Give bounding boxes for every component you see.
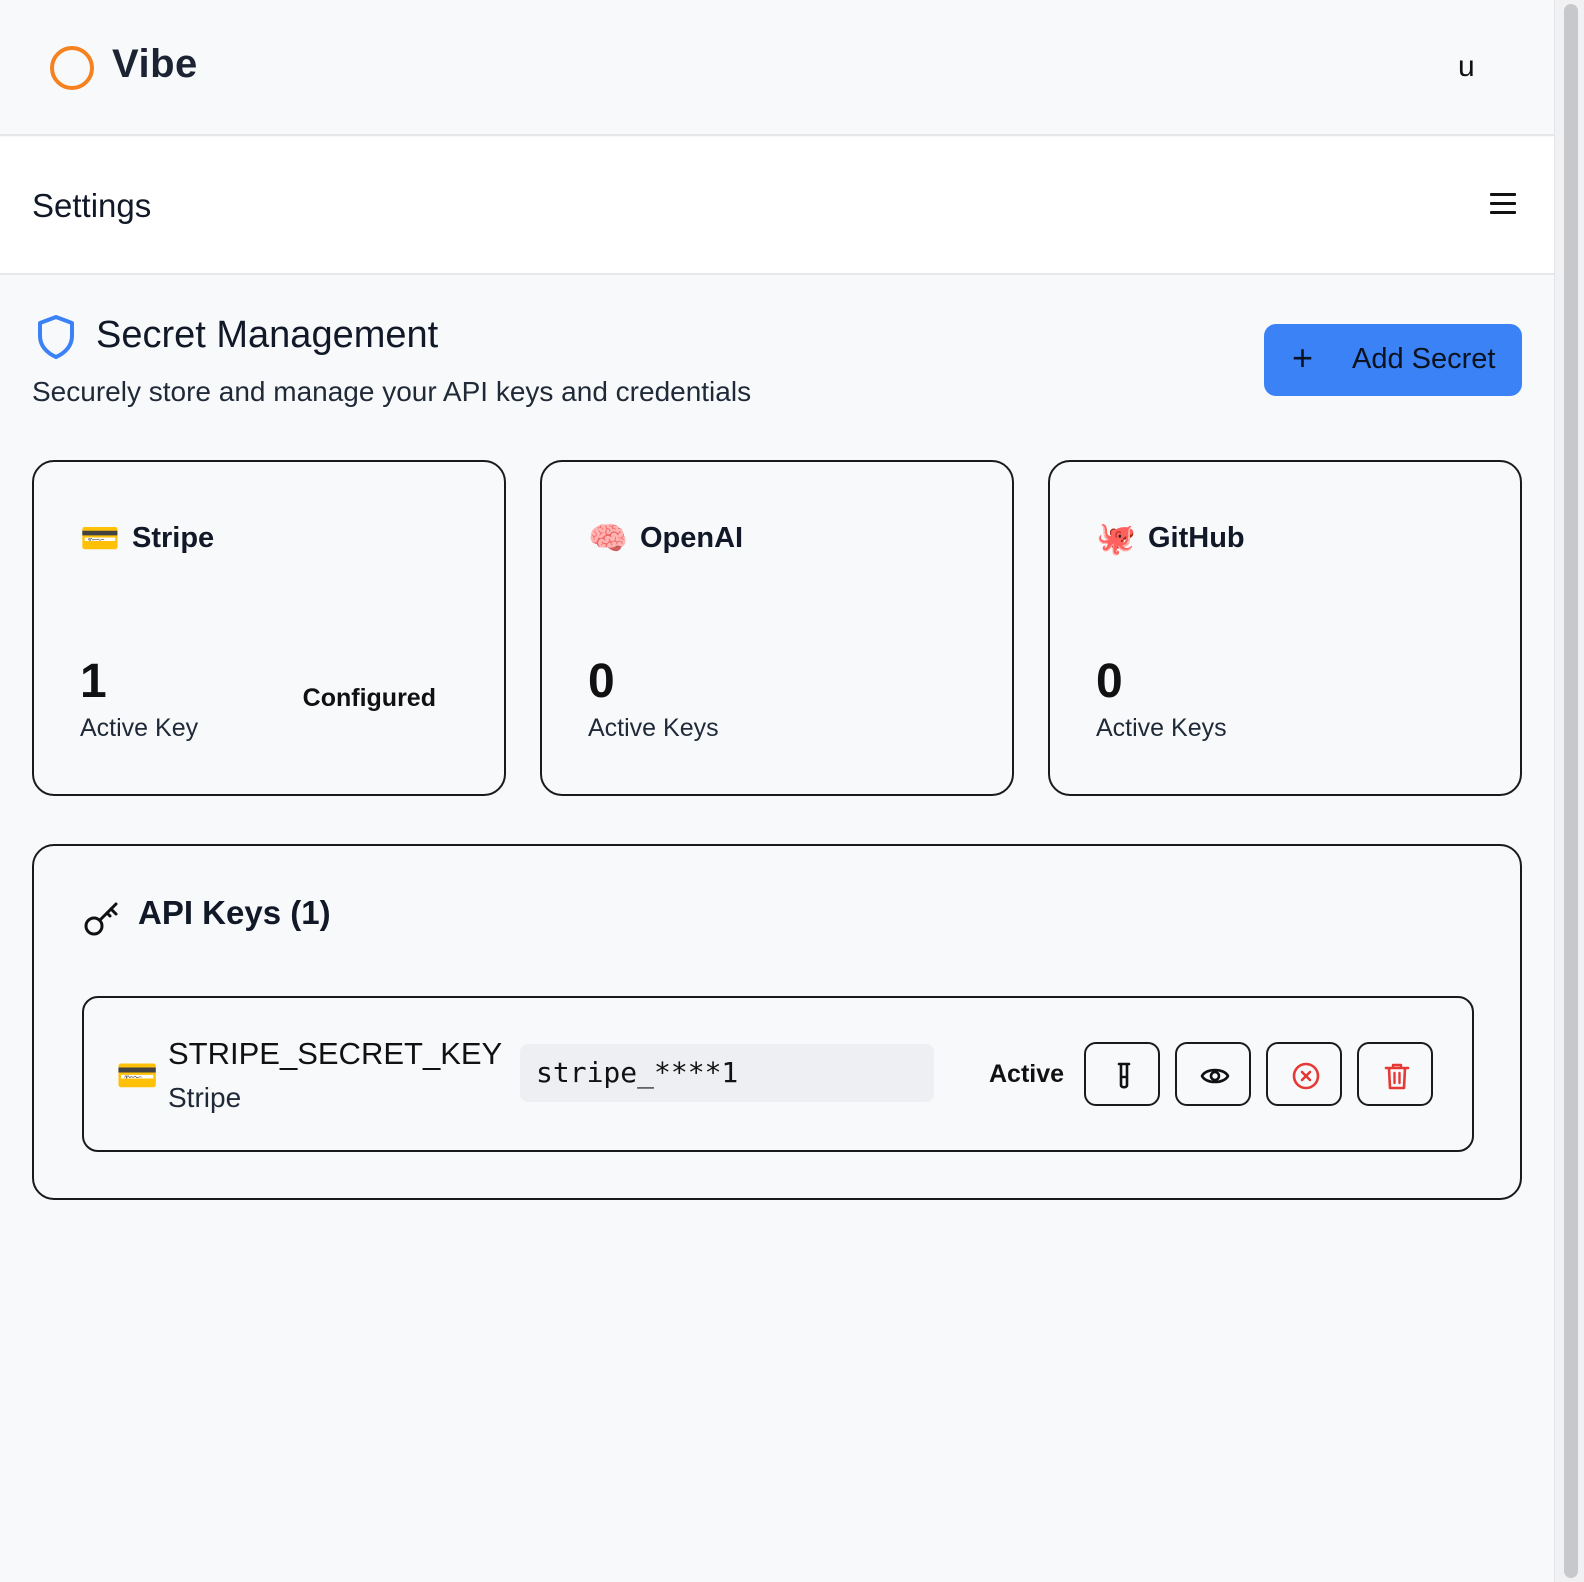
page-header: Settings [0, 137, 1554, 275]
scrollbar-thumb[interactable] [1564, 4, 1578, 1578]
logo-icon [50, 46, 94, 90]
reveal-key-button[interactable] [1175, 1042, 1251, 1106]
active-key-count: 0 [1096, 655, 1123, 708]
provider-card-github[interactable]: 🐙 GitHub 0 Active Keys [1048, 460, 1522, 796]
api-key-row: 💳 STRIPE_SECRET_KEY Stripe stripe_****1 … [82, 996, 1474, 1152]
vertical-scrollbar[interactable] [1554, 0, 1584, 1582]
provider-card-openai[interactable]: 🧠 OpenAI 0 Active Keys [540, 460, 1014, 796]
delete-key-button[interactable] [1357, 1042, 1433, 1106]
section-title: Secret Management [96, 314, 439, 356]
key-status: Active [989, 1060, 1065, 1088]
masked-key-value: stripe_****1 [520, 1044, 934, 1102]
user-menu[interactable]: u [1458, 50, 1475, 84]
provider-name: GitHub [1148, 522, 1245, 554]
section-subtitle: Securely store and manage your API keys … [32, 376, 752, 407]
app-frame: Vibe u Settings Secret Management Secure… [0, 0, 1554, 1582]
trash-icon [1384, 1063, 1410, 1090]
test-tube-icon [1117, 1062, 1131, 1089]
provider-name: Stripe [132, 522, 215, 554]
active-key-count: 1 [80, 655, 107, 708]
app-name[interactable]: Vibe [112, 42, 198, 87]
eye-icon [1200, 1068, 1230, 1084]
brain-icon: 🧠 [588, 520, 628, 556]
active-key-label: Active Keys [1096, 714, 1227, 742]
top-bar: Vibe u [0, 0, 1554, 136]
credit-card-icon: 💳 [80, 520, 120, 556]
active-key-label: Active Keys [588, 714, 719, 742]
deactivate-key-button[interactable] [1266, 1042, 1342, 1106]
provider-name: OpenAI [640, 522, 744, 554]
credit-card-icon: 💳 [116, 1057, 159, 1095]
page-title: Settings [32, 187, 152, 224]
shield-icon [38, 315, 74, 359]
api-keys-title: API Keys (1) [138, 894, 331, 931]
circle-x-icon [1292, 1062, 1320, 1090]
key-provider: Stripe [168, 1082, 242, 1113]
configured-status: Configured [302, 684, 436, 712]
api-keys-panel: API Keys (1) 💳 STRIPE_SECRET_KEY Stripe … [32, 844, 1522, 1200]
active-key-label: Active Key [80, 714, 199, 742]
hamburger-menu-icon[interactable] [1490, 193, 1518, 215]
octopus-icon: 🐙 [1096, 520, 1136, 556]
key-name: STRIPE_SECRET_KEY [168, 1036, 503, 1071]
plus-icon: + [1292, 337, 1314, 378]
key-icon [84, 902, 118, 936]
add-secret-label: Add Secret [1352, 343, 1496, 375]
provider-card-stripe[interactable]: 💳 Stripe 1 Active Key Configured [32, 460, 506, 796]
add-secret-button[interactable]: + Add Secret [1264, 324, 1522, 396]
active-key-count: 0 [588, 655, 615, 708]
test-key-button[interactable] [1084, 1042, 1160, 1106]
